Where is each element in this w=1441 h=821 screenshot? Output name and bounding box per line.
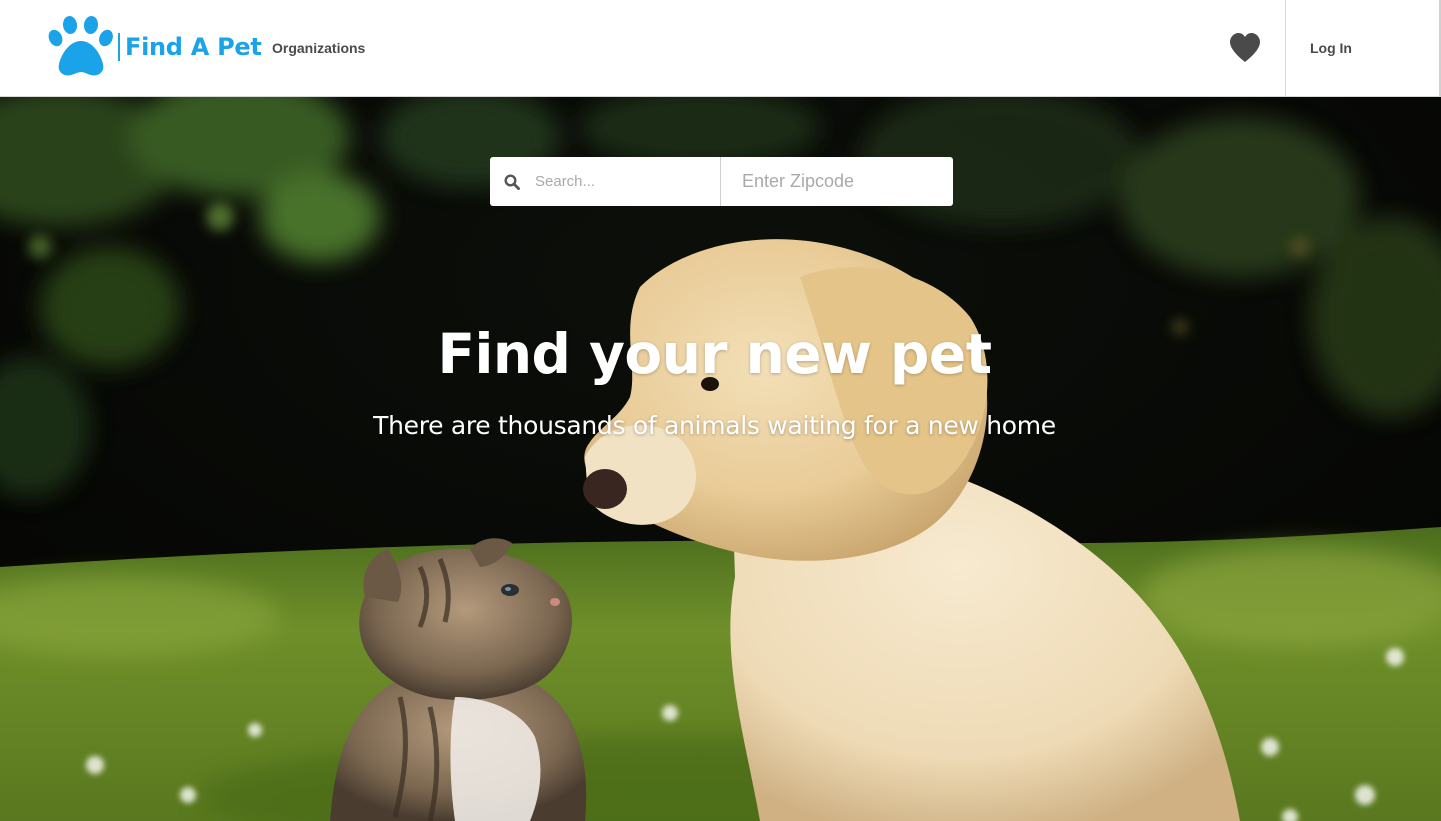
heart-icon — [1230, 32, 1260, 62]
brand-logo-link[interactable]: Find A Pet — [48, 16, 262, 78]
search-icon — [504, 173, 520, 190]
search-bar — [490, 157, 953, 206]
login-link[interactable]: Log In — [1310, 40, 1352, 56]
favorites-button[interactable] — [1228, 30, 1262, 64]
logo-divider — [118, 33, 120, 61]
hero-title: Find your new pet — [437, 322, 992, 386]
nav-organizations-link[interactable]: Organizations — [272, 40, 365, 56]
paw-icon — [48, 16, 113, 76]
hero-section: Find your new pet There are thousands of… — [0, 97, 1441, 821]
brand-name: Find A Pet — [125, 33, 262, 61]
zipcode-field[interactable] — [721, 157, 953, 206]
search-input[interactable] — [533, 172, 713, 191]
header-divider — [1285, 0, 1286, 97]
zipcode-input[interactable] — [740, 170, 940, 193]
site-header: Find A Pet Organizations Log In — [0, 0, 1441, 97]
search-field[interactable] — [490, 157, 721, 206]
hero-subtitle: There are thousands of animals waiting f… — [373, 411, 1056, 440]
